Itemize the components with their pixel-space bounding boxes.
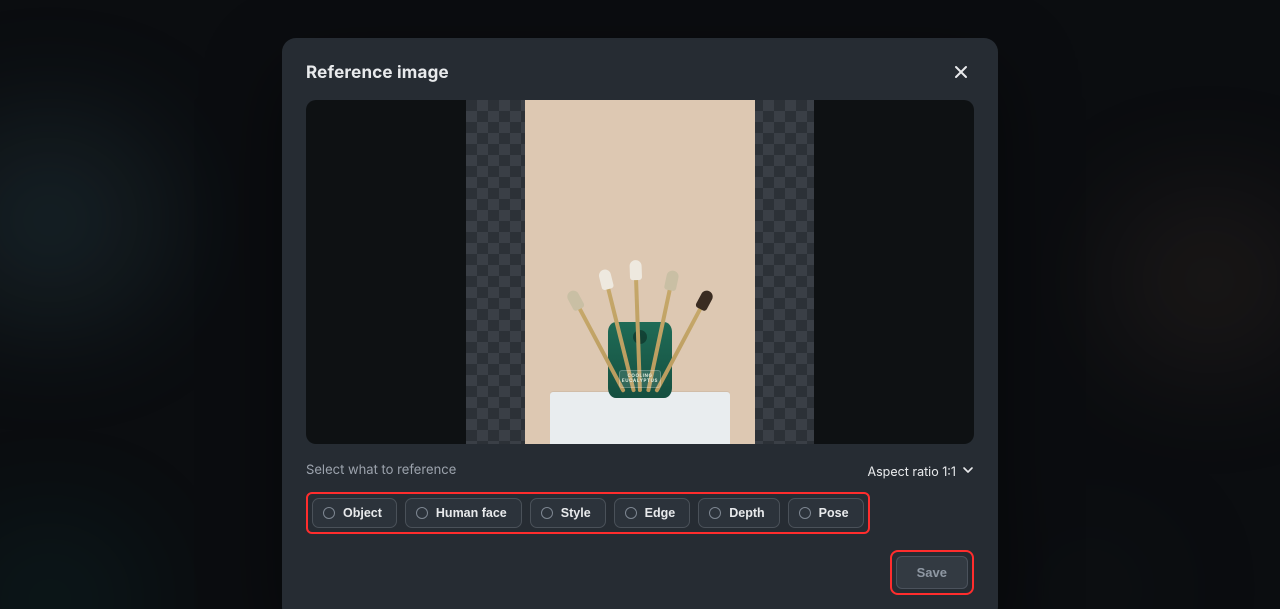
modal-title: Reference image — [306, 63, 449, 83]
toothbrush-icon — [606, 287, 636, 393]
select-prompt-label: Select what to reference — [306, 462, 456, 478]
option-label: Object — [343, 506, 382, 520]
option-label: Depth — [729, 506, 764, 520]
close-button[interactable] — [948, 60, 974, 86]
close-icon — [954, 65, 968, 82]
toothbrush-icon — [646, 288, 672, 393]
option-edge[interactable]: Edge — [614, 498, 691, 528]
radio-icon — [799, 507, 811, 519]
option-label: Human face — [436, 506, 507, 520]
aspect-ratio-label: Aspect ratio 1:1 — [867, 465, 956, 480]
option-style[interactable]: Style — [530, 498, 606, 528]
option-depth[interactable]: Depth — [698, 498, 779, 528]
toothbrush-icon — [577, 306, 626, 393]
option-label: Edge — [645, 506, 676, 520]
modal-header: Reference image — [306, 60, 974, 86]
option-human-face[interactable]: Human face — [405, 498, 522, 528]
modal-footer: Save — [306, 550, 974, 595]
option-object[interactable]: Object — [312, 498, 397, 528]
photo-jar: COOLING EUCALYPTUS — [608, 322, 672, 398]
chevron-down-icon — [962, 464, 974, 480]
modal-overlay: Reference image — [0, 0, 1280, 609]
radio-icon — [625, 507, 637, 519]
reference-type-group: Object Human face Style Edge Depth Pose — [306, 492, 870, 534]
aspect-ratio-dropdown[interactable]: Aspect ratio 1:1 — [867, 462, 974, 482]
option-label: Pose — [819, 506, 849, 520]
option-label: Style — [561, 506, 591, 520]
save-button[interactable]: Save — [896, 556, 968, 589]
save-highlight: Save — [890, 550, 974, 595]
reference-image-modal: Reference image — [282, 38, 998, 609]
photo-shelf — [550, 392, 730, 444]
image-stage: COOLING EUCALYPTUS — [306, 100, 974, 444]
radio-icon — [416, 507, 428, 519]
reference-photo: COOLING EUCALYPTUS — [525, 100, 755, 444]
radio-icon — [709, 507, 721, 519]
controls-header: Select what to reference Aspect ratio 1:… — [306, 462, 974, 482]
radio-icon — [323, 507, 335, 519]
radio-icon — [541, 507, 553, 519]
option-pose[interactable]: Pose — [788, 498, 864, 528]
